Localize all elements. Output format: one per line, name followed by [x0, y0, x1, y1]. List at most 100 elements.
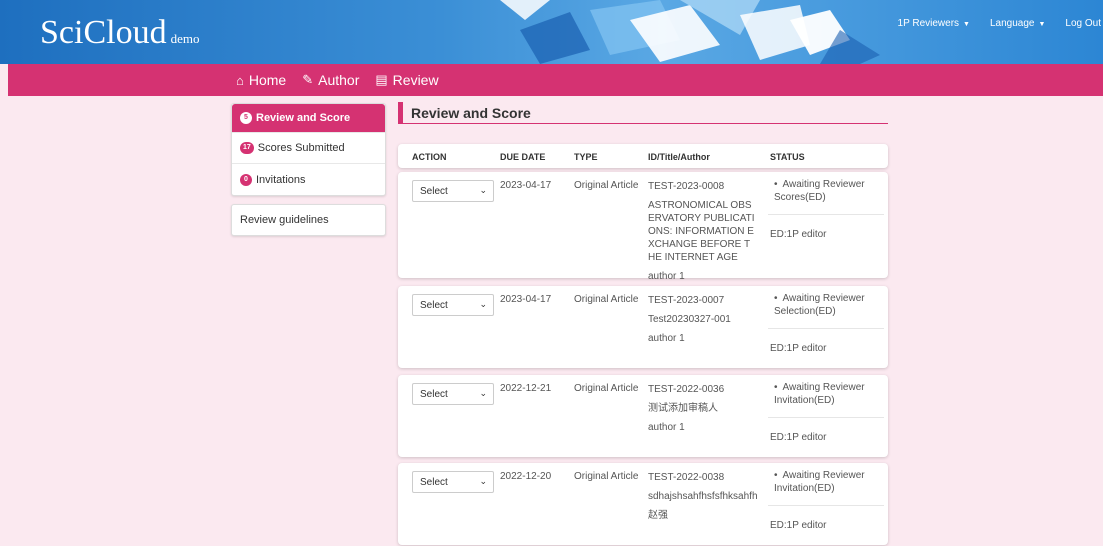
- page-title-bar: Review and Score: [398, 101, 888, 124]
- editor-label: ED:1P editor: [770, 343, 827, 354]
- article-type: Original Article: [574, 471, 639, 482]
- main-content: Review and Score ACTION DUE DATE TYPE ID…: [398, 101, 888, 545]
- action-select-value: Select: [420, 186, 448, 197]
- manuscript-id[interactable]: TEST-2023-0008: [648, 180, 766, 193]
- action-select[interactable]: Select ⌄: [412, 294, 494, 316]
- editor-label: ED:1P editor: [770, 229, 827, 240]
- book-icon: ▤: [375, 72, 388, 87]
- status-divider: [768, 417, 884, 418]
- manuscript-author: author 1: [648, 333, 685, 344]
- table-row: Select ⌄ 2022-12-20 Original Article TEST…: [398, 463, 888, 545]
- nav-author[interactable]: ✎ Author: [302, 72, 359, 88]
- id-title-author: TEST-2022-0036 测试添加审稿人 author 1: [648, 383, 766, 440]
- reviewers-label: 1P Reviewers: [897, 18, 960, 29]
- column-header-id: ID/Title/Author: [648, 152, 710, 162]
- caret-down-icon: ▼: [1038, 21, 1046, 28]
- manuscript-id[interactable]: TEST-2022-0038: [648, 471, 766, 484]
- nav-home-label: Home: [248, 72, 287, 88]
- count-badge: 0: [240, 173, 252, 186]
- due-date: 2023-04-17: [500, 180, 552, 191]
- sidebar: 5 Review and Score 17 Scores Submitted 0…: [231, 103, 386, 236]
- manuscript-title: Test20230327-001: [648, 314, 731, 325]
- status-divider: [768, 214, 884, 215]
- sidebar-item-label: Invitations: [256, 173, 306, 186]
- column-header-due-date: DUE DATE: [500, 152, 546, 162]
- status-text: Awaiting Reviewer Scores(ED): [770, 178, 882, 204]
- chevron-down-icon: ⌄: [479, 476, 487, 486]
- manuscript-title: sdhajshsahfhsfsfhksahfh: [648, 491, 758, 502]
- sidebar-item-label: Review and Score: [256, 112, 351, 124]
- logout-link[interactable]: Log Out: [1065, 18, 1101, 29]
- language-label: Language: [989, 18, 1035, 29]
- brand-sub: demo: [170, 31, 200, 46]
- brand-logo[interactable]: SciCloud demo: [40, 14, 199, 52]
- reviewers-dropdown[interactable]: 1P Reviewers ▼: [898, 18, 970, 29]
- status-divider: [768, 505, 884, 506]
- status-cell: Awaiting Reviewer Scores(ED) ED:1P edito…: [768, 178, 884, 240]
- action-select-value: Select: [420, 389, 448, 400]
- column-header-status: STATUS: [770, 152, 805, 162]
- action-select[interactable]: Select ⌄: [412, 180, 494, 202]
- due-date: 2023-04-17: [500, 294, 552, 305]
- review-guidelines-link[interactable]: Review guidelines: [231, 204, 386, 236]
- id-title-author: TEST-2022-0038 sdhajshsahfhsfsfhksahfh 赵…: [648, 471, 766, 528]
- nav-review-label: Review: [392, 72, 439, 88]
- status-text: Awaiting Reviewer Invitation(ED): [770, 381, 882, 407]
- table-row: Select ⌄ 2022-12-21 Original Article TEST…: [398, 375, 888, 457]
- chevron-down-icon: ⌄: [479, 388, 487, 398]
- chevron-down-icon: ⌄: [479, 185, 487, 195]
- caret-down-icon: ▼: [963, 21, 970, 28]
- status-text: Awaiting Reviewer Selection(ED): [770, 292, 882, 318]
- status-divider: [768, 328, 884, 329]
- language-dropdown[interactable]: Language ▼: [990, 18, 1045, 29]
- table-row: Select ⌄ 2023-04-17 Original Article TEST…: [398, 286, 888, 368]
- manuscript-id[interactable]: TEST-2022-0036: [648, 383, 766, 396]
- nav-review[interactable]: ▤ Review: [375, 72, 438, 88]
- action-select[interactable]: Select ⌄: [412, 383, 494, 405]
- due-date: 2022-12-20: [500, 471, 552, 482]
- status-cell: Awaiting Reviewer Invitation(ED) ED:1P e…: [768, 469, 884, 531]
- brand-name: SciCloud: [40, 14, 167, 51]
- top-nav: 1P Reviewers ▼ Language ▼ Log Out: [898, 18, 1103, 29]
- article-type: Original Article: [574, 383, 639, 394]
- sidebar-item-invitations[interactable]: 0 Invitations: [232, 164, 385, 195]
- header-decoration: [500, 0, 880, 64]
- manuscript-author: author 1: [648, 422, 685, 433]
- status-cell: Awaiting Reviewer Selection(ED) ED:1P ed…: [768, 292, 884, 354]
- manuscript-author: author 1: [648, 271, 685, 282]
- sidebar-item-review-and-score[interactable]: 5 Review and Score: [232, 104, 385, 133]
- editor-label: ED:1P editor: [770, 520, 827, 531]
- manuscript-title: 测试添加审稿人: [648, 403, 718, 414]
- sidebar-item-scores-submitted[interactable]: 17 Scores Submitted: [232, 133, 385, 164]
- action-select-value: Select: [420, 477, 448, 488]
- nav-home[interactable]: ⌂ Home: [236, 72, 286, 88]
- table-row: Select ⌄ 2023-04-17 Original Article TEST…: [398, 172, 888, 282]
- status-cell: Awaiting Reviewer Invitation(ED) ED:1P e…: [768, 381, 884, 443]
- manuscript-title: ASTRONOMICAL OBSERVATORY PUBLICATIONS: I…: [648, 200, 755, 263]
- status-text: Awaiting Reviewer Invitation(ED): [770, 469, 882, 495]
- sidebar-item-label: Scores Submitted: [257, 142, 345, 154]
- sidebar-menu: 5 Review and Score 17 Scores Submitted 0…: [231, 103, 386, 196]
- column-header-action: ACTION: [412, 152, 447, 162]
- column-header-type: TYPE: [574, 152, 598, 162]
- manuscript-id[interactable]: TEST-2023-0007: [648, 294, 766, 307]
- due-date: 2022-12-21: [500, 383, 552, 394]
- main-nav: ⌂ Home ✎ Author ▤ Review: [8, 64, 1103, 96]
- manuscript-author: 赵强: [648, 510, 668, 521]
- article-type: Original Article: [574, 294, 639, 305]
- action-select[interactable]: Select ⌄: [412, 471, 494, 493]
- page-title: Review and Score: [411, 104, 531, 121]
- chevron-down-icon: ⌄: [479, 299, 487, 309]
- count-badge: 5: [240, 112, 252, 124]
- table-header: ACTION DUE DATE TYPE ID/Title/Author STA…: [398, 144, 888, 168]
- home-icon: ⌂: [236, 72, 244, 88]
- editor-label: ED:1P editor: [770, 432, 827, 443]
- id-title-author: TEST-2023-0007 Test20230327-001 author 1: [648, 294, 766, 351]
- pencil-icon: ✎: [302, 72, 314, 87]
- count-badge: 17: [240, 142, 254, 154]
- article-type: Original Article: [574, 180, 639, 191]
- nav-author-label: Author: [318, 72, 360, 88]
- header: SciCloud demo 1P Reviewers ▼ Language ▼ Log…: [0, 0, 1103, 64]
- title-accent: [398, 101, 403, 124]
- action-select-value: Select: [420, 300, 448, 311]
